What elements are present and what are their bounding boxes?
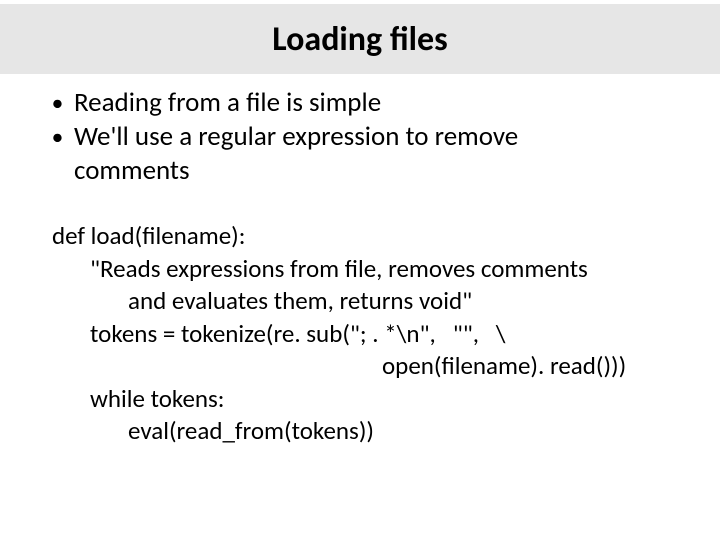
code-block: def load(filename): "Reads expressions f… [52, 220, 692, 448]
title-band: Loading files [0, 4, 720, 74]
bullet-item: ● We'll use a regular expression to remo… [52, 120, 672, 154]
code-line: and evaluates them, returns void" [52, 285, 692, 318]
bullet-icon: ● [52, 86, 74, 120]
bullet-list: ● Reading from a file is simple ● We'll … [52, 86, 672, 188]
code-line: open(filename). read())) [52, 350, 692, 383]
slide-title: Loading files [272, 19, 447, 60]
bullet-text: Reading from a file is simple [74, 86, 672, 120]
slide: Loading files ● Reading from a file is s… [0, 0, 720, 540]
bullet-text: We'll use a regular expression to remove [74, 120, 672, 154]
bullet-item: ● Reading from a file is simple [52, 86, 672, 120]
code-line: while tokens: [52, 383, 692, 416]
code-line: def load(filename): [52, 220, 692, 253]
bullet-item: ● comments [52, 154, 672, 188]
bullet-text: comments [74, 154, 672, 188]
code-line: eval(read_from(tokens)) [52, 415, 692, 448]
bullet-icon: ● [52, 120, 74, 154]
code-line: tokens = tokenize(re. sub("; . *\n", "",… [52, 318, 692, 351]
code-line: "Reads expressions from file, removes co… [52, 253, 692, 286]
